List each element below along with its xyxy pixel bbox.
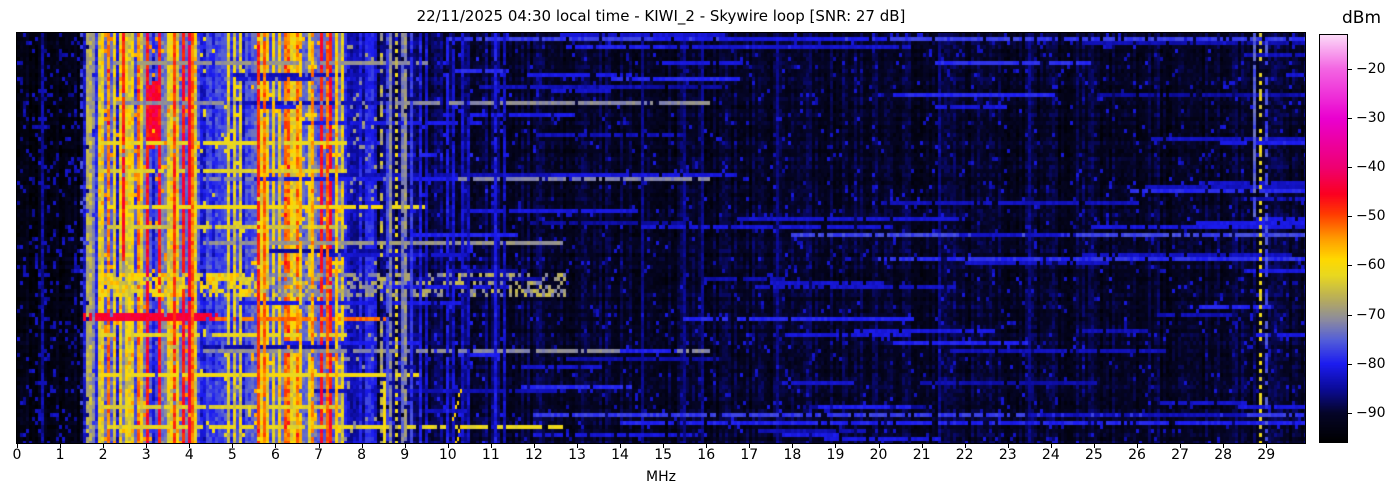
x-tick-label: 5: [227, 447, 237, 463]
x-tick-label: 29: [1257, 447, 1276, 463]
x-tick-label: 7: [314, 447, 323, 463]
x-tick-label: 15: [654, 447, 673, 463]
colorbar-tick-label: −70: [1356, 306, 1386, 323]
x-tick-label: 14: [611, 447, 629, 463]
x-tick-label: 4: [184, 447, 194, 463]
x-tick-label: 22: [955, 447, 974, 463]
x-tick-label: 2: [98, 447, 108, 463]
colorbar-canvas: [1319, 34, 1348, 443]
x-tick-label: 10: [438, 447, 457, 463]
x-tick-label: 20: [869, 447, 888, 463]
spectrogram-figure: 22/11/2025 04:30 local time - KIWI_2 - S…: [0, 0, 1400, 500]
colorbar-unit-label: dBm: [1342, 8, 1382, 28]
colorbar-tick-label: −80: [1356, 355, 1386, 372]
x-tick-label: 17: [740, 447, 759, 463]
colorbar-tick-label: −30: [1356, 110, 1386, 127]
x-tick-label: 11: [481, 447, 500, 463]
x-tick-label: 6: [270, 447, 280, 463]
x-tick-label: 19: [826, 447, 845, 463]
x-tick-label: 27: [1171, 447, 1189, 463]
x-tick-label: 9: [400, 447, 410, 463]
x-tick-label: 16: [697, 447, 716, 463]
x-tick-label: 26: [1128, 447, 1146, 463]
x-tick-label: 23: [998, 447, 1017, 463]
colorbar-tick-mark: [1348, 314, 1352, 316]
x-tick-label: 21: [912, 447, 931, 463]
spectrogram-canvas: [16, 32, 1306, 444]
x-axis-unit-label: MHz: [646, 469, 676, 485]
colorbar-tick-label: −40: [1356, 159, 1386, 176]
x-tick-label: 3: [141, 447, 151, 463]
x-tick-label: 12: [525, 447, 543, 463]
chart-title: 22/11/2025 04:30 local time - KIWI_2 - S…: [416, 7, 906, 25]
x-tick-label: 28: [1214, 447, 1233, 463]
x-tick-label: 8: [357, 447, 367, 463]
x-tick-label: 25: [1085, 447, 1103, 463]
colorbar-tick-mark: [1348, 265, 1352, 267]
colorbar-tick-mark: [1348, 118, 1352, 120]
x-tick-label: 1: [55, 447, 65, 463]
colorbar-tick-mark: [1348, 363, 1352, 365]
colorbar-tick-mark: [1348, 412, 1352, 414]
x-tick-label: 24: [1041, 447, 1060, 463]
colorbar-tick-label: −50: [1356, 208, 1386, 225]
colorbar-tick-label: −90: [1356, 404, 1386, 421]
x-tick-label: 0: [12, 447, 22, 463]
colorbar-tick-mark: [1348, 167, 1352, 169]
colorbar-tick-label: −20: [1356, 61, 1386, 78]
colorbar-tick-mark: [1348, 216, 1352, 218]
colorbar-tick-mark: [1348, 69, 1352, 71]
colorbar-tick-label: −60: [1356, 257, 1386, 274]
x-tick-label: 18: [783, 447, 802, 463]
x-tick-label: 13: [568, 447, 586, 463]
